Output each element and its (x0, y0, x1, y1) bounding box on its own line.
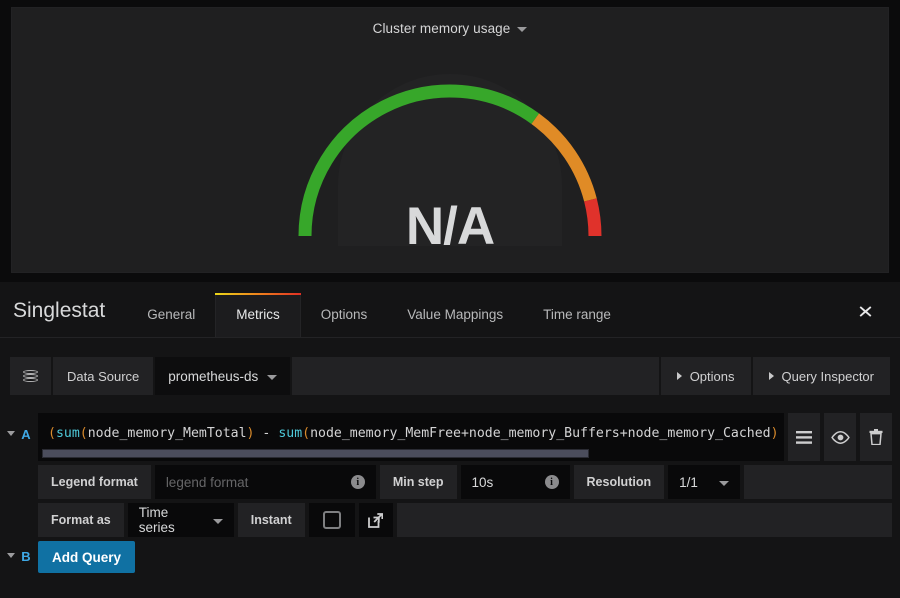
query-row-a: A (sum(node_memory_MemTotal) - sum(node_… (0, 413, 900, 537)
format-as-label: Format as (38, 503, 124, 537)
gauge-visualization: N/A (12, 46, 888, 271)
query-ref-id: A (21, 427, 31, 442)
editor-title: Singlestat (13, 299, 106, 322)
checkbox-box (322, 511, 341, 529)
trash-glyph (869, 429, 883, 445)
query-body: (sum(node_memory_MemTotal) - sum(node_me… (38, 413, 892, 537)
hamburger-glyph (796, 430, 812, 444)
tab-general[interactable]: General (127, 307, 215, 337)
datasource-row: Data Source prometheus-ds Options Query … (10, 357, 890, 395)
query-options-spacer-2 (396, 503, 892, 537)
query-inspector-label: Query Inspector (781, 368, 875, 384)
editor-tabbar: Singlestat General Metrics Options Value… (0, 282, 900, 338)
options-toggle-label: Options (689, 368, 735, 384)
chevron-down-icon (719, 480, 730, 486)
eye-glyph (830, 430, 850, 444)
legend-format-input[interactable]: legend format i (154, 465, 376, 499)
query-list: A (sum(node_memory_MemTotal) - sum(node_… (0, 413, 900, 573)
external-link-glyph (368, 512, 384, 528)
query-expression-text: (sum(node_memory_MemTotal) - sum(node_me… (48, 426, 779, 441)
close-icon[interactable] (854, 300, 876, 322)
info-icon[interactable]: i (544, 475, 559, 489)
query-expression-row: (sum(node_memory_MemTotal) - sum(node_me… (38, 413, 892, 461)
datasource-row-spacer (292, 357, 659, 395)
query-inspector-button[interactable]: Query Inspector (752, 357, 890, 395)
chevron-right-icon (676, 372, 682, 380)
legend-format-label: Legend format (38, 465, 151, 499)
panel-editor: Singlestat General Metrics Options Value… (0, 282, 900, 598)
chevron-down-icon[interactable] (7, 431, 16, 436)
chevron-down-icon[interactable] (517, 27, 528, 32)
datasource-value: prometheus-ds (168, 368, 259, 384)
query-menu-icon[interactable] (788, 413, 820, 461)
panel-title: Cluster memory usage (372, 21, 511, 36)
query-options-row-2: Format as Time series Instant (38, 503, 892, 537)
tab-options[interactable]: Options (301, 307, 388, 337)
chevron-down-icon[interactable] (7, 553, 16, 558)
tab-value-mappings[interactable]: Value Mappings (387, 307, 523, 337)
database-icon (10, 357, 51, 395)
toggle-visibility-icon[interactable] (824, 413, 856, 461)
resolution-label: Resolution (573, 465, 665, 499)
resolution-select[interactable]: 1/1 (668, 465, 741, 499)
chevron-down-icon (212, 518, 223, 524)
remove-query-icon[interactable] (860, 413, 892, 461)
query-expression-editor[interactable]: (sum(node_memory_MemTotal) - sum(node_me… (38, 413, 784, 461)
add-query-button[interactable]: Add Query (38, 541, 136, 573)
format-as-value: Time series (138, 505, 175, 535)
query-horizontal-scrollbar[interactable] (42, 449, 589, 458)
legend-format-placeholder: legend format (165, 474, 249, 490)
panel-preview: Cluster memory usage N/A (11, 7, 889, 273)
query-options-row-1: Legend format legend format i Min step 1… (38, 465, 892, 499)
min-step-input[interactable]: 10s i (460, 465, 570, 499)
add-query-ref-id: B (21, 549, 31, 564)
instant-checkbox[interactable] (308, 503, 355, 537)
format-as-select[interactable]: Time series (127, 503, 234, 537)
chevron-down-icon (267, 374, 278, 380)
options-toggle-button[interactable]: Options (660, 357, 751, 395)
resolution-value: 1/1 (679, 474, 698, 490)
instant-label: Instant (237, 503, 305, 537)
min-step-label: Min step (379, 465, 457, 499)
add-query-row: B Add Query (0, 541, 900, 573)
datasource-label: Data Source (53, 357, 154, 395)
query-options-spacer (744, 465, 892, 499)
external-link-icon[interactable] (358, 503, 393, 537)
query-ref-column: A (0, 413, 38, 537)
info-icon[interactable]: i (350, 475, 365, 489)
panel-header[interactable]: Cluster memory usage (12, 21, 888, 36)
add-query-ref-column: B (0, 541, 38, 573)
tab-time-range[interactable]: Time range (523, 307, 631, 337)
datasource-picker[interactable]: prometheus-ds (155, 357, 291, 395)
close-glyph (859, 305, 871, 317)
chevron-right-icon (768, 372, 774, 380)
gauge-value: N/A (405, 197, 495, 256)
tab-metrics[interactable]: Metrics (215, 293, 301, 337)
min-step-value: 10s (471, 474, 494, 490)
